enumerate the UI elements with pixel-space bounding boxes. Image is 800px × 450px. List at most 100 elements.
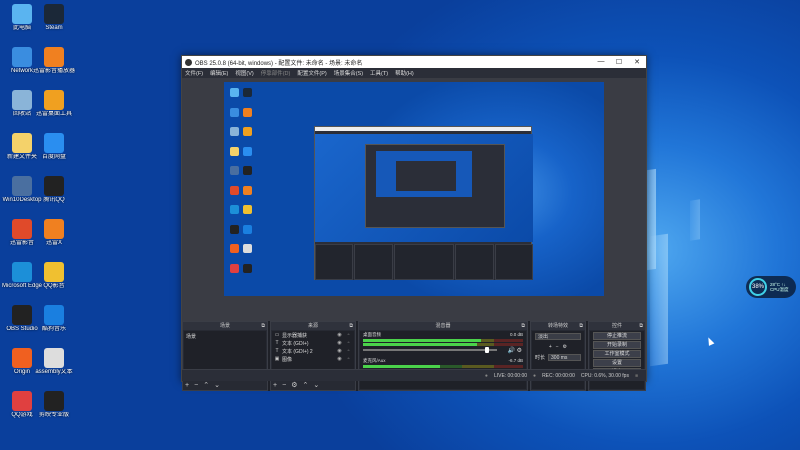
cpu-fps: CPU: 0.6%, 30.00 fps [580, 372, 629, 379]
preview-folder-icon [230, 146, 239, 156]
live-indicator-icon: ● [484, 372, 488, 379]
speaker-icon[interactable]: 🔊 ⚙ [507, 347, 522, 354]
minimize-button[interactable]: — [592, 58, 610, 66]
source-item[interactable]: T 文本 (GDI+) ◉ ▫ [272, 339, 354, 347]
undock-icon[interactable]: ⧉ [349, 322, 353, 330]
source-label: 文本 (GDI+) 2 [282, 348, 313, 355]
mixer-title: 混音器 [435, 323, 451, 329]
menu-tools[interactable]: 工具(T) [370, 69, 388, 77]
transitions-title: 转场特效 [547, 323, 568, 329]
desktop-icon[interactable]: Steam [32, 4, 76, 32]
transition-select[interactable]: 淡出 [535, 333, 581, 340]
desktop-icon[interactable]: 迅雷X [32, 219, 76, 247]
source-label: 显示器捕获 [282, 332, 308, 339]
desktop-icon[interactable]: QQ影音 [32, 262, 76, 290]
close-button[interactable]: ✕ [628, 58, 646, 66]
lock-icon[interactable]: ▫ [345, 340, 352, 346]
window-logo-beam [650, 233, 668, 367]
visibility-eye-icon[interactable]: ◉ [336, 356, 343, 362]
menu-docks[interactable]: 停靠部件(D) [261, 69, 291, 77]
qq-icon [44, 176, 64, 196]
duration-input[interactable]: 300 ms [548, 354, 581, 361]
move-up-icon[interactable]: ⌃ [203, 382, 209, 390]
preview-edge-icon [230, 205, 239, 214]
desktop-icon[interactable]: 酷狗音乐 [32, 305, 76, 333]
steam-icon [44, 4, 64, 24]
start-recording-button[interactable]: 开始录制 [593, 341, 641, 349]
stop-streaming-button[interactable]: 停止推流 [593, 332, 641, 340]
preview-baidu-netdisk-icon [243, 146, 252, 156]
menu-file[interactable]: 文件(F) [185, 69, 203, 77]
undock-icon[interactable]: ⧉ [579, 322, 583, 330]
menu-view[interactable]: 视图(V) [235, 69, 253, 77]
preview-qq-game-icon [230, 263, 239, 273]
transition-gear-icon[interactable]: ⚙ [563, 344, 567, 350]
preview-computer-icon [230, 88, 239, 97]
visibility-eye-icon[interactable]: ◉ [336, 332, 343, 338]
preview-capcut-icon [243, 263, 252, 273]
visibility-eye-icon[interactable]: ◉ [336, 348, 343, 354]
duration-label: 时长 [535, 355, 546, 361]
remove-transition-button[interactable]: − [556, 344, 559, 350]
add-source-button[interactable]: + [273, 382, 277, 390]
source-item[interactable]: T 文本 (GDI+) 2 ◉ ▫ [272, 347, 354, 355]
kugou-icon [44, 305, 64, 325]
nested-obs-preview [314, 126, 533, 280]
desktop-icon[interactable]: 迅雷影音播放器 [32, 47, 76, 75]
obs-logo-icon [185, 58, 192, 66]
remove-source-button[interactable]: − [282, 382, 286, 390]
scenes-title: 场景 [219, 323, 230, 329]
move-down-icon[interactable]: ⌄ [214, 382, 220, 390]
undock-icon[interactable]: ⧉ [521, 322, 525, 330]
menu-help[interactable]: 帮助(H) [395, 69, 414, 77]
qq-video-icon [44, 262, 64, 282]
cpu-temp-widget[interactable]: 38% 28°C ↑↓ CPU温度 [746, 276, 796, 298]
menu-scene-collection[interactable]: 场景集合(S) [334, 69, 363, 77]
desktop-icon[interactable]: 剪映专业版 [32, 391, 76, 419]
scene-item[interactable]: 场景 [184, 331, 266, 342]
visibility-eye-icon[interactable]: ◉ [336, 340, 343, 346]
image-icon: ▣ [274, 356, 280, 362]
add-transition-button[interactable]: + [549, 344, 552, 350]
remove-scene-button[interactable]: − [194, 382, 198, 390]
studio-mode-button[interactable]: 工作室模式 [593, 350, 641, 358]
computer-icon [12, 4, 32, 24]
preview-canvas[interactable] [224, 82, 604, 296]
source-properties-gear-icon[interactable]: ⚙ [291, 382, 297, 390]
preview-kugou-icon [243, 224, 252, 234]
text-icon: T [275, 348, 279, 354]
lock-icon[interactable]: ▫ [345, 356, 352, 362]
preview-qq-video-icon [243, 205, 252, 214]
desktop-icon[interactable]: 腾讯QQ [32, 176, 76, 204]
desktop-icon-label: QQ影音 [43, 283, 65, 289]
undock-icon[interactable]: ⧉ [261, 322, 265, 330]
add-scene-button[interactable]: + [185, 382, 189, 390]
menu-profile[interactable]: 配置文件(P) [297, 69, 326, 77]
desktop-icon[interactable]: 迅雷桌面工具 [32, 90, 76, 118]
move-up-icon[interactable]: ⌃ [302, 382, 308, 390]
desktop-icon-label: 迅雷桌面工具 [35, 111, 72, 117]
desktop-icon-label: Steam [45, 25, 63, 31]
maximize-button[interactable]: ☐ [610, 58, 628, 66]
sources-title: 来源 [307, 323, 318, 329]
desktop-icon[interactable]: 百度网盘 [32, 133, 76, 161]
menu-edit[interactable]: 编辑(E) [210, 69, 228, 77]
preview-xunlei-player-icon [243, 107, 252, 117]
cpu-usage-ring: 38% [749, 278, 767, 296]
title-bar[interactable]: OBS 25.0.8 (64-bit, windows) - 配置文件: 未命名… [182, 56, 646, 68]
volume-slider[interactable] [363, 347, 498, 353]
source-item[interactable]: ▭ 显示器捕获 ◉ ▫ [272, 331, 354, 339]
desktop-icon-label: 剪映专业版 [38, 412, 69, 418]
obs-window[interactable]: OBS 25.0.8 (64-bit, windows) - 配置文件: 未命名… [181, 55, 647, 391]
desktop-icon[interactable]: assembly文本 [32, 348, 76, 376]
document-icon [44, 348, 64, 368]
settings-button[interactable]: 设置 [593, 359, 641, 367]
edge-icon [12, 262, 32, 282]
preview-document-icon [243, 244, 252, 253]
undock-icon[interactable]: ⧉ [639, 322, 643, 330]
lock-icon[interactable]: ▫ [345, 332, 352, 338]
move-down-icon[interactable]: ⌄ [313, 382, 319, 390]
preview-area[interactable]: 场景 ⧉ 场景 + − ⌃ ⌄ 来源 ⧉ ▭ 显示器捕获 ◉ ▫ T 文本 (GDI+) ◉ ▫ T… [182, 78, 646, 391]
lock-icon[interactable]: ▫ [345, 348, 352, 354]
source-item[interactable]: ▣ 图像 ◉ ▫ [272, 355, 354, 363]
